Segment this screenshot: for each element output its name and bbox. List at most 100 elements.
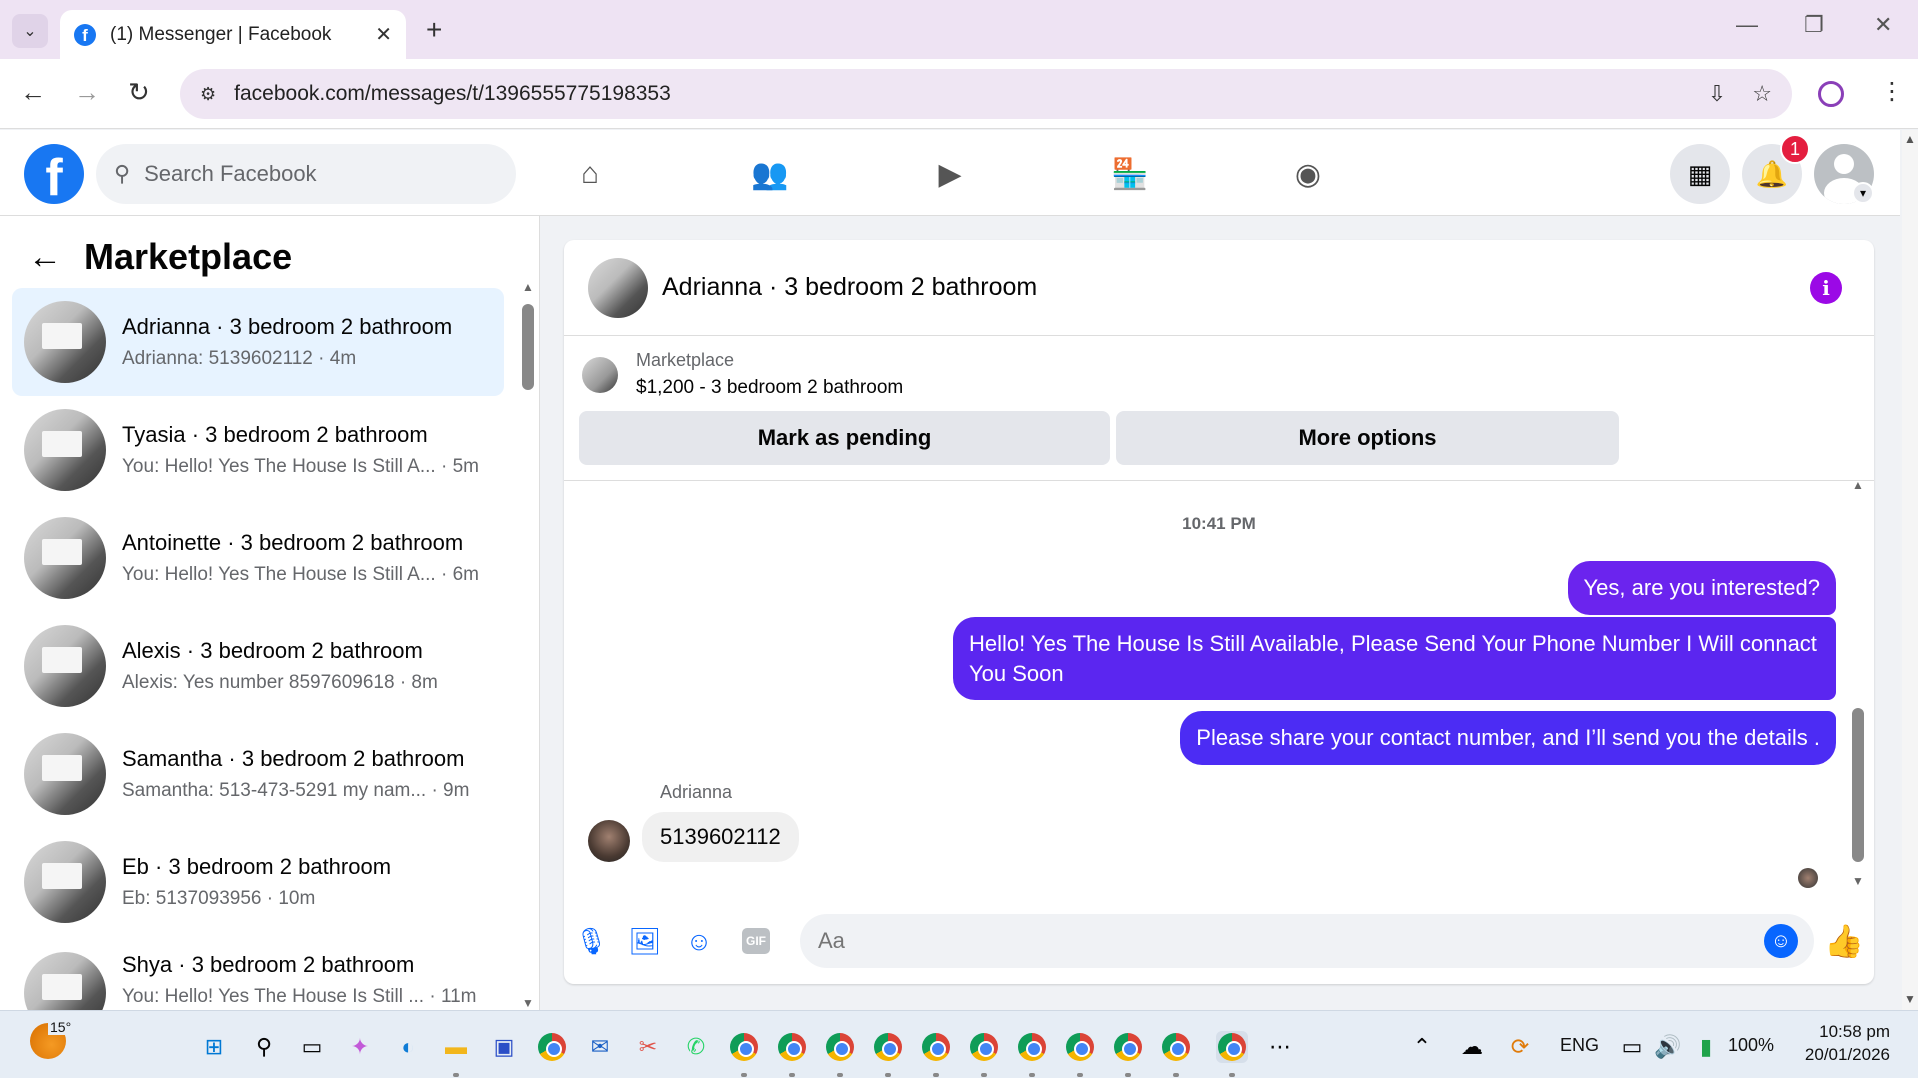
conversation-item-tyasia[interactable]: Tyasia · 3 bedroom 2 bathroom You: Hello… [12, 396, 504, 504]
conversation-item-shya[interactable]: Shya · 3 bedroom 2 bathroom You: Hello! … [12, 936, 504, 1010]
gif-icon[interactable]: GIF [742, 928, 770, 954]
outgoing-message[interactable]: Please share your contact number, and I’… [1180, 711, 1836, 765]
scrollbar-thumb[interactable] [522, 304, 534, 390]
incoming-sender-name: Adrianna [660, 782, 733, 802]
site-settings-icon[interactable]: ⚙ [200, 84, 216, 105]
new-tab-button[interactable]: + [426, 14, 442, 46]
scroll-down-arrow-icon[interactable]: ▼ [522, 996, 534, 1010]
restore-window-icon[interactable]: ❐ [1804, 12, 1824, 38]
chrome-window-icon[interactable] [872, 1031, 904, 1063]
groups-icon[interactable]: ◉ [1288, 154, 1328, 194]
system-clock[interactable]: 10:58 pm 20/01/2026 [1790, 1021, 1890, 1067]
chat-title[interactable]: Adrianna · 3 bedroom 2 bathroom [662, 273, 1037, 302]
emoji-icon[interactable]: ☺ [1764, 924, 1798, 958]
chrome-window-icon[interactable] [968, 1031, 1000, 1063]
chat-listing-avatar[interactable] [588, 257, 648, 318]
volume-icon[interactable]: 🔊 [1652, 1031, 1684, 1063]
url-omnibox[interactable]: ⚙ facebook.com/messages/t/13965557751983… [180, 69, 1792, 119]
tab-list-chevron-icon[interactable]: ⌄ [12, 14, 48, 48]
show-hidden-icons-chevron-up-icon[interactable]: ⌃ [1406, 1031, 1438, 1063]
friends-icon[interactable]: 👥 [750, 154, 790, 194]
outgoing-message[interactable]: Hello! Yes The House Is Still Available,… [953, 617, 1836, 701]
facebook-logo-icon[interactable]: f [24, 144, 84, 204]
onedrive-cloud-icon[interactable]: ☁ [1456, 1031, 1488, 1063]
tab-close-icon[interactable]: ✕ [375, 22, 392, 47]
battery-icon[interactable]: ▮ [1690, 1031, 1722, 1063]
reload-icon[interactable]: ↻ [128, 77, 150, 108]
browser-profile-icon[interactable] [1818, 81, 1844, 107]
microphone-icon[interactable]: 🎙 [575, 926, 608, 956]
browser-tab-messenger[interactable]: f (1) Messenger | Facebook ✕ [60, 10, 406, 59]
scroll-up-arrow-icon[interactable]: ▲ [522, 280, 534, 294]
chrome-window-icon[interactable] [1016, 1031, 1048, 1063]
task-view-icon[interactable]: ▭ [296, 1031, 328, 1063]
page-scrollbar[interactable]: ▲ ▼ [1902, 130, 1918, 1010]
minimize-window-icon[interactable]: — [1736, 12, 1758, 38]
account-chevron-down-icon[interactable]: ▾ [1852, 182, 1874, 204]
language-indicator[interactable]: ENG [1560, 1035, 1599, 1056]
conversation-preview: Adrianna: 5139602112 · 4m [122, 348, 357, 369]
edge-browser-icon[interactable]: ◐ [392, 1031, 424, 1063]
chrome-pinned-icon[interactable] [536, 1031, 568, 1063]
microsoft-store-icon[interactable]: ▣ [488, 1031, 520, 1063]
thumbs-up-like-icon[interactable]: 👍 [1824, 922, 1864, 960]
taskbar-search-icon[interactable]: ⚲ [248, 1031, 280, 1063]
chrome-window-icon[interactable] [824, 1031, 856, 1063]
scrollbar-thumb[interactable] [1852, 708, 1864, 862]
scroll-down-arrow-icon[interactable]: ▼ [1852, 874, 1864, 888]
listing-thumbnail [24, 517, 106, 599]
chrome-window-icon[interactable] [1112, 1031, 1144, 1063]
scroll-down-arrow-icon[interactable]: ▼ [1904, 992, 1916, 1006]
incoming-message[interactable]: 5139602112 [642, 812, 799, 862]
windows-start-icon[interactable]: ⊞ [198, 1031, 230, 1063]
menu-grid-icon[interactable]: ▦ [1670, 144, 1730, 204]
more-apps-ellipsis-icon[interactable]: ⋯ [1264, 1031, 1296, 1063]
video-icon[interactable]: ▶ [930, 154, 970, 194]
conversation-item-antoinette[interactable]: Antoinette · 3 bedroom 2 bathroom You: H… [12, 504, 504, 612]
conversation-item-adrianna[interactable]: Adrianna · 3 bedroom 2 bathroom Adrianna… [12, 288, 504, 396]
conversation-name: Alexis · 3 bedroom 2 bathroom [122, 638, 423, 663]
copilot-icon[interactable]: ✦ [344, 1031, 376, 1063]
snipping-tool-icon[interactable]: ✂ [632, 1031, 664, 1063]
conversation-list-scrollbar[interactable]: ▲ ▼ [522, 280, 534, 1010]
url-text[interactable]: facebook.com/messages/t/1396555775198353 [234, 82, 1682, 106]
chrome-active-window-icon[interactable] [1216, 1031, 1248, 1063]
close-window-icon[interactable]: ✕ [1874, 12, 1892, 38]
chrome-window-icon[interactable] [1064, 1031, 1096, 1063]
conversation-item-eb[interactable]: Eb · 3 bedroom 2 bathroom Eb: 5137093956… [12, 828, 504, 936]
chrome-window-icon[interactable] [1160, 1031, 1192, 1063]
message-input[interactable] [800, 914, 1814, 968]
conversation-item-samantha[interactable]: Samantha · 3 bedroom 2 bathroom Samantha… [12, 720, 504, 828]
weather-temperature: 15° [48, 1019, 74, 1035]
chat-scrollbar[interactable]: ▲ ▼ [1852, 478, 1864, 890]
scroll-up-arrow-icon[interactable]: ▲ [1852, 478, 1864, 492]
file-explorer-icon[interactable]: ▬ [440, 1031, 472, 1063]
chrome-window-icon[interactable] [728, 1031, 760, 1063]
back-arrow-icon[interactable]: ← [28, 238, 62, 277]
message-timestamp: 10:41 PM [1182, 514, 1256, 533]
photo-icon[interactable]: 🖼 [629, 926, 662, 956]
install-app-icon[interactable]: ⇩ [1708, 81, 1726, 107]
sync-icon[interactable]: ⟳ [1504, 1031, 1536, 1063]
mark-as-pending-button[interactable]: Mark as pending [579, 411, 1110, 465]
conversation-item-alexis[interactable]: Alexis · 3 bedroom 2 bathroom Alexis: Ye… [12, 612, 504, 720]
more-options-button[interactable]: More options [1116, 411, 1619, 465]
outlook-icon[interactable]: ✉ [584, 1031, 616, 1063]
marketplace-listing-summary[interactable]: Marketplace $1,200 - 3 bedroom 2 bathroo… [582, 350, 903, 399]
sticker-icon[interactable]: ☺ [684, 926, 714, 956]
forward-arrow-icon[interactable]: → [74, 77, 100, 108]
back-arrow-icon[interactable]: ← [20, 77, 46, 108]
marketplace-icon[interactable]: 🏪 [1110, 154, 1150, 194]
sender-avatar[interactable] [588, 820, 630, 862]
facebook-search-input[interactable]: ⚲ Search Facebook [96, 144, 516, 204]
browser-menu-kebab-icon[interactable]: ⋮ [1880, 77, 1904, 106]
bookmark-star-icon[interactable]: ☆ [1752, 81, 1772, 107]
chrome-window-icon[interactable] [920, 1031, 952, 1063]
network-icon[interactable]: ▭ [1616, 1031, 1648, 1063]
conversation-info-icon[interactable]: i [1810, 272, 1842, 304]
home-icon[interactable]: ⌂ [570, 154, 610, 194]
outgoing-message[interactable]: Yes, are you interested? [1567, 561, 1836, 615]
chrome-window-icon[interactable] [776, 1031, 808, 1063]
whatsapp-icon[interactable]: ✆ [680, 1031, 712, 1063]
scroll-up-arrow-icon[interactable]: ▲ [1904, 132, 1916, 146]
